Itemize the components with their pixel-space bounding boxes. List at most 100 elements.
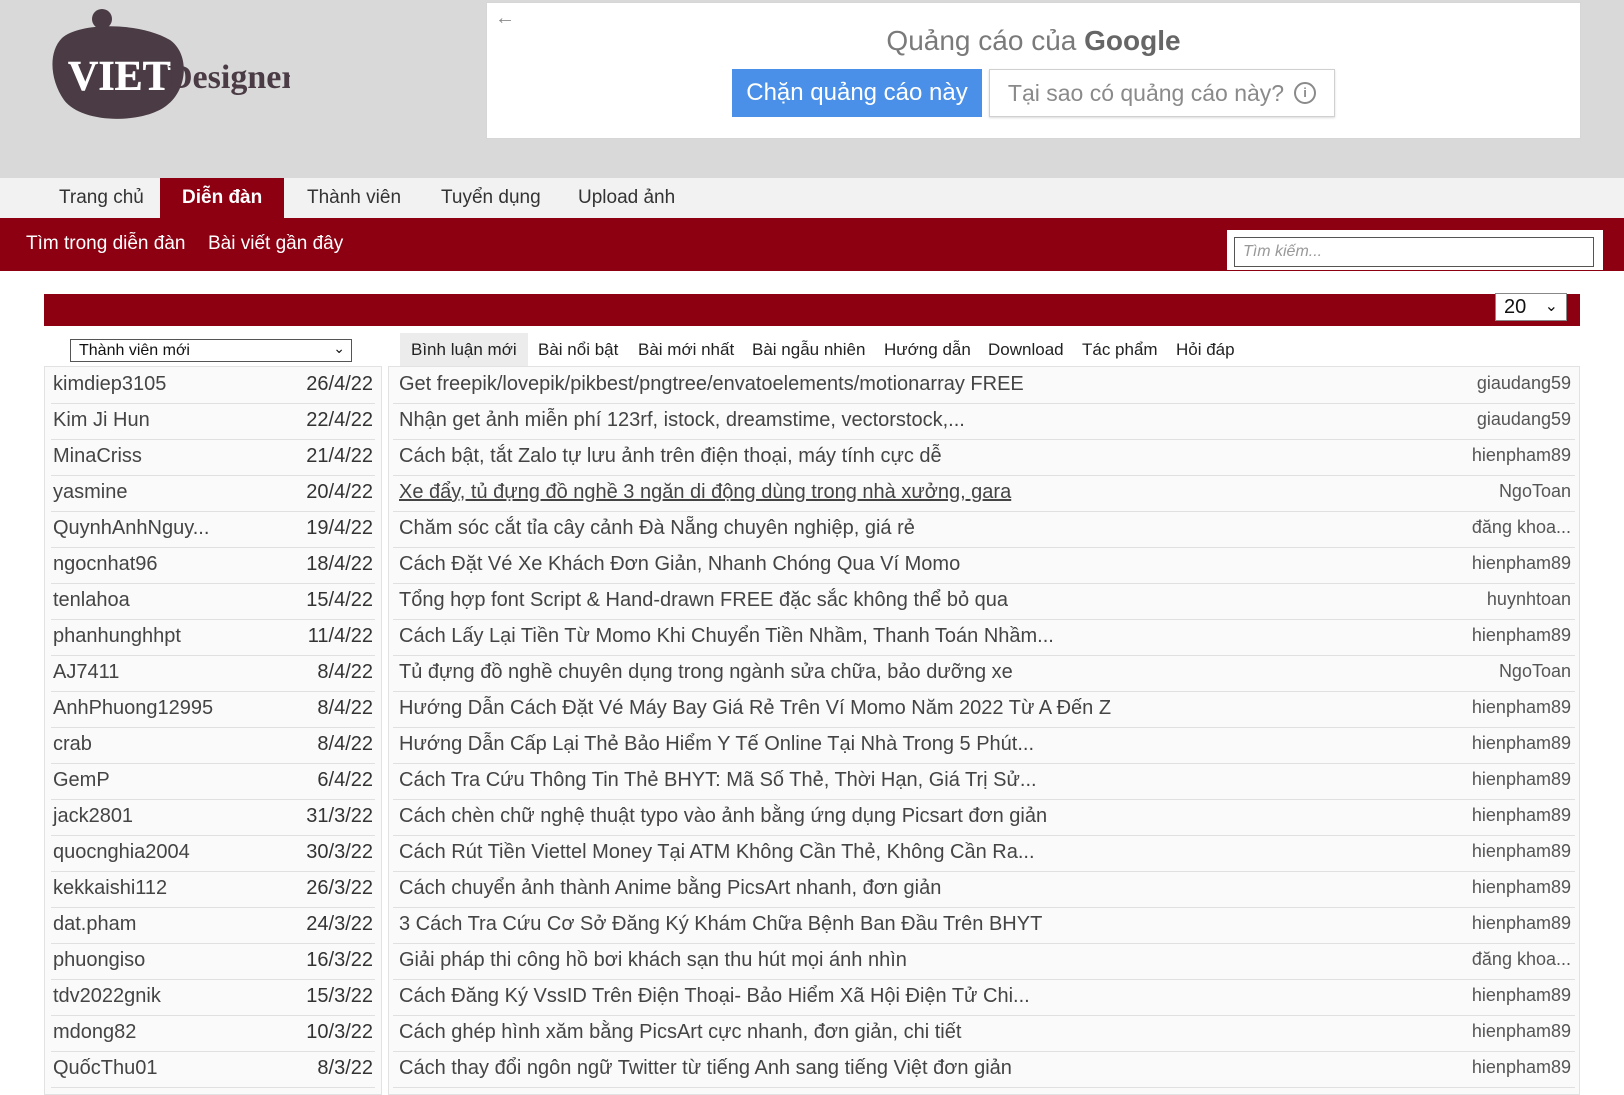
thread-row[interactable]: Tổng hợp font Script & Hand-drawn FREE đ… — [393, 583, 1575, 620]
thread-title[interactable]: Nhận get ảnh miễn phí 123rf, istock, dre… — [399, 409, 965, 432]
thread-title[interactable]: Cách chèn chữ nghệ thuật typo vào ảnh bằ… — [399, 805, 1047, 828]
thread-row[interactable]: Cách chuyển ảnh thành Anime bằng PicsArt… — [393, 871, 1575, 908]
thread-title[interactable]: Xe đẩy, tủ đựng đồ nghề 3 ngăn di động d… — [399, 481, 1011, 504]
member-filter-select[interactable]: Thành viên mới ⌄ — [70, 339, 352, 362]
thread-author[interactable]: hienpham89 — [1472, 445, 1571, 466]
thread-title[interactable]: Cách Đăng Ký VssID Trên Điện Thoại- Bảo … — [399, 985, 1030, 1008]
thread-row[interactable]: Cách Đặt Vé Xe Khách Đơn Giản, Nhanh Chó… — [393, 547, 1575, 584]
thread-author[interactable]: hienpham89 — [1472, 769, 1571, 790]
member-row[interactable]: MinaCriss 21/4/22 — [51, 439, 375, 476]
nav-tab-members[interactable]: Thành viên — [285, 178, 423, 218]
nav-tab-home[interactable]: Trang chủ — [37, 178, 166, 218]
thread-title[interactable]: Chăm sóc cắt tỉa cây cảnh Đà Nẵng chuyên… — [399, 517, 915, 540]
thread-row[interactable]: Cách Đăng Ký VssID Trên Điện Thoại- Bảo … — [393, 979, 1575, 1016]
member-row[interactable]: jack2801 31/3/22 — [51, 799, 375, 836]
thread-author[interactable]: NgoToan — [1499, 661, 1571, 682]
member-row[interactable]: AJ7411 8/4/22 — [51, 655, 375, 692]
thread-author[interactable]: hienpham89 — [1472, 985, 1571, 1006]
thread-title[interactable]: Cách chuyển ảnh thành Anime bằng PicsArt… — [399, 877, 941, 900]
thread-title[interactable]: Hướng Dẫn Cấp Lại Thẻ Bảo Hiểm Y Tế Onli… — [399, 733, 1034, 756]
thread-title[interactable]: 3 Cách Tra Cứu Cơ Sở Đăng Ký Khám Chữa B… — [399, 913, 1042, 936]
thread-row[interactable]: Cách Tra Cứu Thông Tin Thẻ BHYT: Mã Số T… — [393, 763, 1575, 800]
thread-row[interactable]: Get freepik/lovepik/pikbest/pngtree/enva… — [393, 367, 1575, 404]
member-row[interactable]: AnhPhuong12995 8/4/22 — [51, 691, 375, 728]
recent-posts-link[interactable]: Bài viết gần đây — [208, 233, 343, 255]
tab-download[interactable]: Download — [977, 333, 1075, 366]
thread-row[interactable]: Cách ghép hình xăm bằng PicsArt cực nhan… — [393, 1015, 1575, 1052]
thread-title[interactable]: Cách Tra Cứu Thông Tin Thẻ BHYT: Mã Số T… — [399, 769, 1037, 792]
thread-title[interactable]: Tổng hợp font Script & Hand-drawn FREE đ… — [399, 589, 1008, 612]
thread-author[interactable]: giaudang59 — [1477, 409, 1571, 430]
thread-author[interactable]: hienpham89 — [1472, 805, 1571, 826]
thread-row[interactable]: Cách bật, tắt Zalo tự lưu ảnh trên điện … — [393, 439, 1575, 476]
tab-latest[interactable]: Bài mới nhất — [627, 333, 745, 366]
member-row[interactable]: QuynhAnhNguy... 19/4/22 — [51, 511, 375, 548]
thread-row[interactable]: Cách Rút Tiền Viettel Money Tại ATM Khôn… — [393, 835, 1575, 872]
thread-row[interactable]: Nhận get ảnh miễn phí 123rf, istock, dre… — [393, 403, 1575, 440]
member-row[interactable]: tenlahoa 15/4/22 — [51, 583, 375, 620]
tab-qa[interactable]: Hỏi đáp — [1165, 333, 1246, 366]
thread-author[interactable]: NgoToan — [1499, 481, 1571, 502]
thread-title[interactable]: Tủ đựng đồ nghề chuyên dụng trong ngành … — [399, 661, 1013, 684]
search-forum-link[interactable]: Tìm trong diễn đàn — [26, 233, 185, 255]
thread-author[interactable]: đăng khoa... — [1472, 517, 1571, 538]
thread-row[interactable]: Chăm sóc cắt tỉa cây cảnh Đà Nẵng chuyên… — [393, 511, 1575, 548]
member-row[interactable]: dat.pham 24/3/22 — [51, 907, 375, 944]
thread-title[interactable]: Cách Rút Tiền Viettel Money Tại ATM Khôn… — [399, 841, 1035, 864]
nav-tab-jobs[interactable]: Tuyển dụng — [419, 178, 563, 218]
thread-title[interactable]: Hướng Dẫn Cách Đặt Vé Máy Bay Giá Rẻ Trê… — [399, 697, 1111, 720]
thread-row[interactable]: Giải pháp thi công hồ bơi khách sạn thu … — [393, 943, 1575, 980]
member-row[interactable]: quocnghia2004 30/3/22 — [51, 835, 375, 872]
nav-tab-forum[interactable]: Diễn đàn — [160, 178, 285, 218]
member-row[interactable]: QuốcThu01 8/3/22 — [51, 1051, 375, 1088]
member-row[interactable]: tdv2022gnik 15/3/22 — [51, 979, 375, 1016]
member-row[interactable]: phuongiso 16/3/22 — [51, 943, 375, 980]
thread-row[interactable]: 3 Cách Tra Cứu Cơ Sở Đăng Ký Khám Chữa B… — [393, 907, 1575, 944]
thread-author[interactable]: hienpham89 — [1472, 625, 1571, 646]
tab-random[interactable]: Bài ngẫu nhiên — [741, 333, 876, 366]
tab-featured[interactable]: Bài nổi bật — [527, 333, 629, 366]
member-row[interactable]: kekkaishi112 26/3/22 — [51, 871, 375, 908]
member-row[interactable]: ngocnhat96 18/4/22 — [51, 547, 375, 584]
per-page-select[interactable]: 20 ⌄ — [1495, 293, 1567, 321]
member-row[interactable]: mdong82 10/3/22 — [51, 1015, 375, 1052]
thread-title[interactable]: Cách bật, tắt Zalo tự lưu ảnh trên điện … — [399, 445, 942, 468]
thread-title[interactable]: Get freepik/lovepik/pikbest/pngtree/enva… — [399, 373, 1024, 396]
tab-tutorials[interactable]: Hướng dẫn — [873, 333, 982, 366]
thread-author[interactable]: hienpham89 — [1472, 877, 1571, 898]
thread-author[interactable]: huynhtoan — [1487, 589, 1571, 610]
member-row[interactable]: crab 8/4/22 — [51, 727, 375, 764]
thread-title[interactable]: Giải pháp thi công hồ bơi khách sạn thu … — [399, 949, 907, 972]
member-row[interactable]: phanhunghhpt 11/4/22 — [51, 619, 375, 656]
thread-row[interactable]: Xe đẩy, tủ đựng đồ nghề 3 ngăn di động d… — [393, 475, 1575, 512]
thread-row[interactable]: Tủ đựng đồ nghề chuyên dụng trong ngành … — [393, 655, 1575, 692]
thread-author[interactable]: hienpham89 — [1472, 1021, 1571, 1042]
member-row[interactable]: yasmine 20/4/22 — [51, 475, 375, 512]
thread-row[interactable]: Cách Lấy Lại Tiền Từ Momo Khi Chuyển Tiề… — [393, 619, 1575, 656]
thread-title[interactable]: Cách Đặt Vé Xe Khách Đơn Giản, Nhanh Chó… — [399, 553, 960, 576]
thread-row[interactable]: Hướng Dẫn Cấp Lại Thẻ Bảo Hiểm Y Tế Onli… — [393, 727, 1575, 764]
thread-author[interactable]: hienpham89 — [1472, 733, 1571, 754]
thread-author[interactable]: giaudang59 — [1477, 373, 1571, 394]
thread-author[interactable]: hienpham89 — [1472, 553, 1571, 574]
thread-author[interactable]: hienpham89 — [1472, 697, 1571, 718]
thread-author[interactable]: hienpham89 — [1472, 1057, 1571, 1078]
thread-title[interactable]: Cách thay đổi ngôn ngữ Twitter từ tiếng … — [399, 1057, 1012, 1080]
site-logo[interactable]: VIET Designer — [50, 8, 290, 128]
tab-works[interactable]: Tác phẩm — [1071, 333, 1169, 366]
thread-title[interactable]: Cách Lấy Lại Tiền Từ Momo Khi Chuyển Tiề… — [399, 625, 1054, 648]
thread-row[interactable]: Cách thay đổi ngôn ngữ Twitter từ tiếng … — [393, 1051, 1575, 1088]
block-ad-button[interactable]: Chặn quảng cáo này — [732, 69, 982, 117]
member-row[interactable]: Kim Ji Hun 22/4/22 — [51, 403, 375, 440]
thread-author[interactable]: đăng khoa... — [1472, 949, 1571, 970]
thread-row[interactable]: Cách chèn chữ nghệ thuật typo vào ảnh bằ… — [393, 799, 1575, 836]
nav-tab-upload[interactable]: Upload ảnh — [556, 178, 697, 218]
tab-new-comments[interactable]: Bình luận mới — [400, 333, 528, 366]
thread-row[interactable]: Hướng Dẫn Cách Đặt Vé Máy Bay Giá Rẻ Trê… — [393, 691, 1575, 728]
member-row[interactable]: GemP 6/4/22 — [51, 763, 375, 800]
why-this-ad-button[interactable]: Tại sao có quảng cáo này? i — [989, 69, 1335, 117]
member-row[interactable]: kimdiep3105 26/4/22 — [51, 367, 375, 404]
thread-author[interactable]: hienpham89 — [1472, 841, 1571, 862]
thread-title[interactable]: Cách ghép hình xăm bằng PicsArt cực nhan… — [399, 1021, 961, 1044]
thread-author[interactable]: hienpham89 — [1472, 913, 1571, 934]
